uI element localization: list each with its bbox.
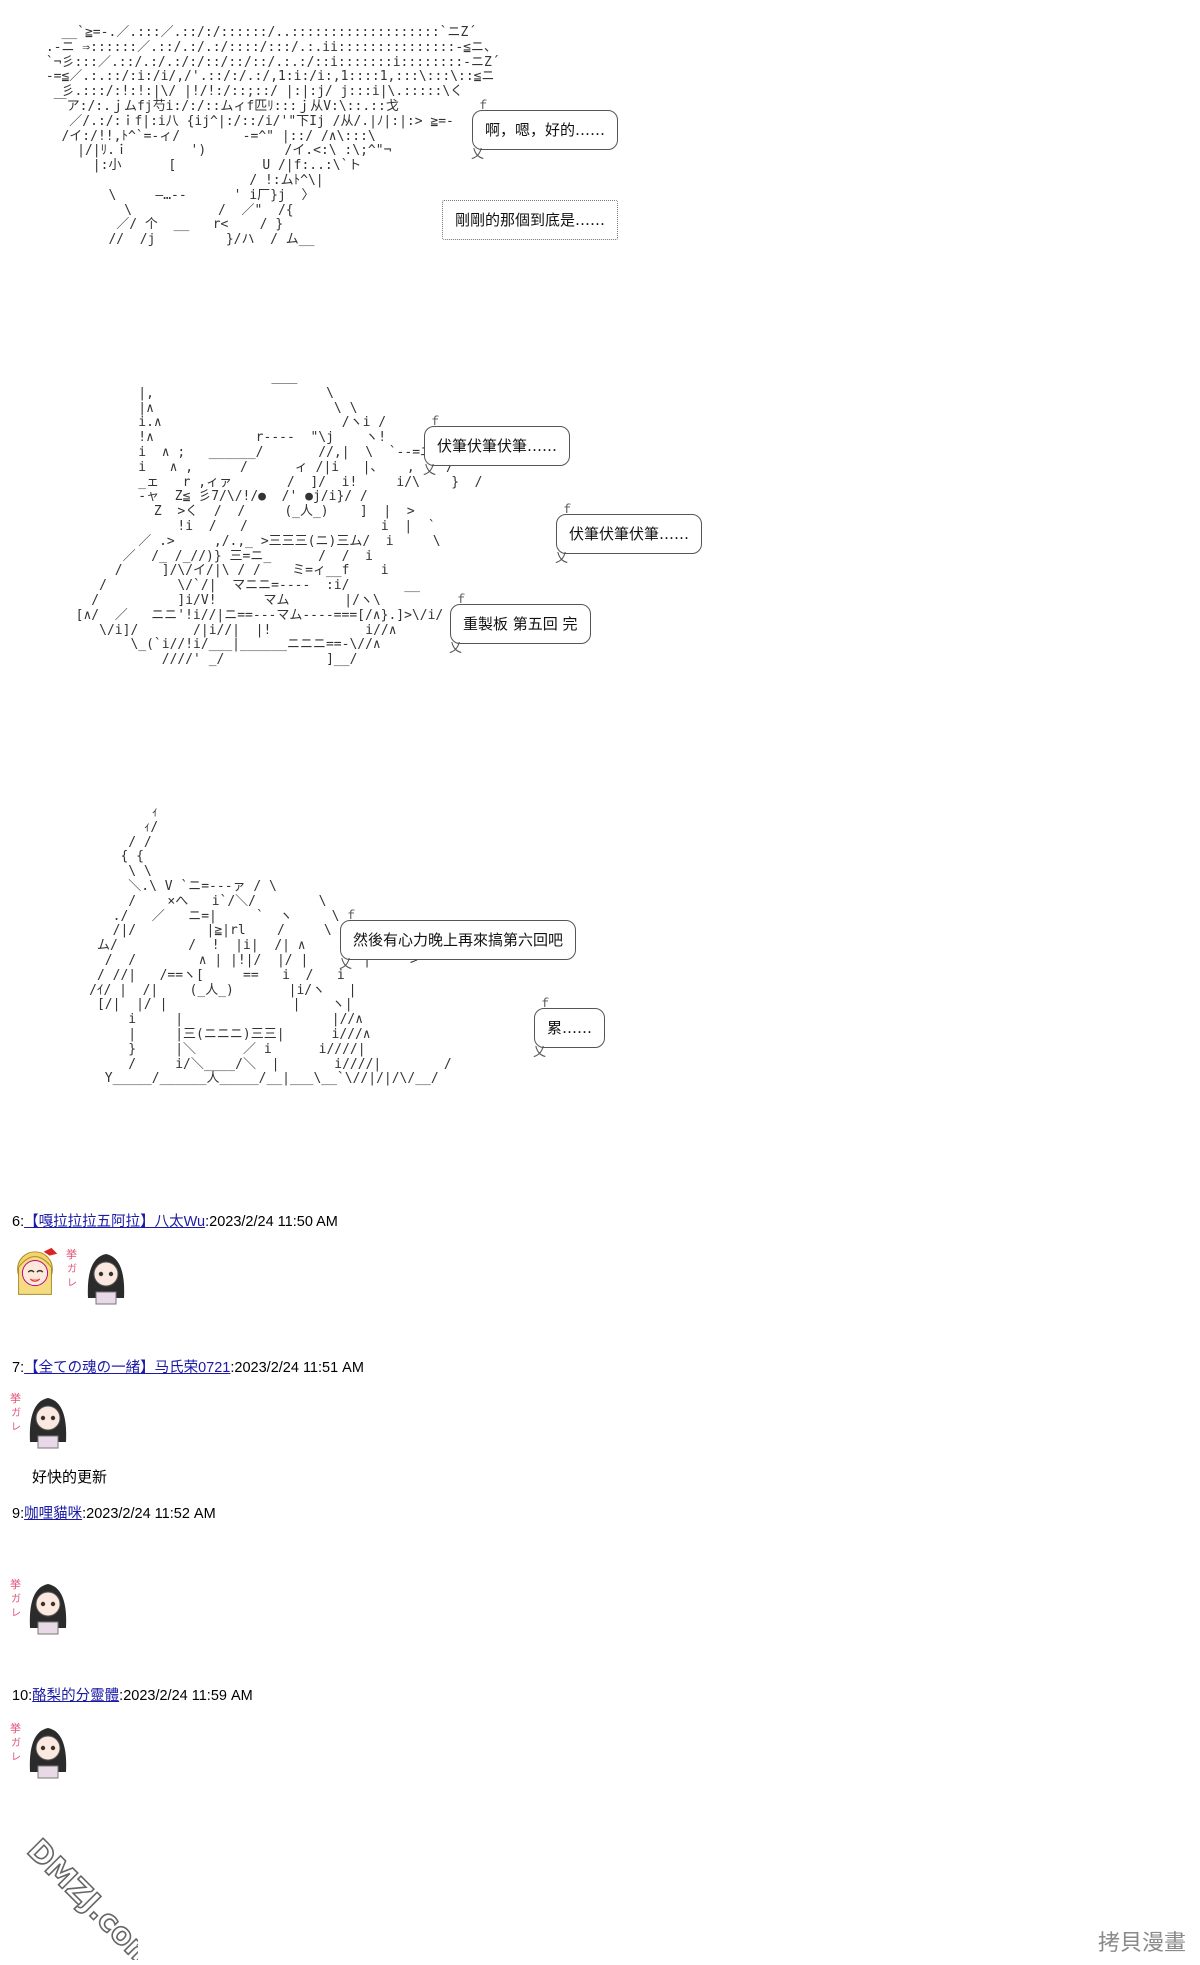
- post-text: 好快的更新: [32, 1469, 108, 1486]
- thought-bubble: 剛剛的那個到底是……: [442, 200, 619, 240]
- avatar-blonde: [8, 1246, 62, 1304]
- post-header: 7:【全ての魂の一緒】马氏荣0721:2023/2/24 11:51 AM: [12, 1360, 364, 1376]
- post-timestamp: 2023/2/24 11:51 AM: [234, 1360, 364, 1376]
- speech-bubble: ｆ 然後有心力晚上再來搞第六回吧乂: [339, 909, 577, 971]
- avatar-darkhair: [82, 1248, 130, 1306]
- bubble-text: 累……: [547, 1019, 593, 1037]
- speech-bubble: ｆ 伏筆伏筆伏筆…… 乂: [555, 503, 703, 565]
- author-link[interactable]: 【嘎拉拉拉五阿拉】八太Wu: [24, 1214, 205, 1230]
- dmzj-watermark-logo: DMZJ.com: [18, 1820, 165, 1965]
- bubble-text: 剛剛的那個到底是……: [455, 211, 606, 229]
- aa-panel-2: ＿＿ |, \ |∧ \ \ i.∧ /ヽi / !∧ r---- "\j ヽ!…: [10, 332, 810, 772]
- speech-bubble: ｆ 啊，嗯，好的…… 乂: [471, 99, 619, 161]
- svg-text:挙: 挙: [10, 1578, 21, 1591]
- svg-text:レ: レ: [67, 1278, 77, 1289]
- aa-panel-3: ｨ ｨ/ / / { { \ \ ＼.\ V `ニ=---ァ / \ / ×へ …: [10, 774, 710, 1196]
- copyright-text: 拷貝漫畫: [1097, 1931, 1186, 1956]
- post-header: 9:咖哩貓咪:2023/2/24 11:52 AM: [12, 1506, 216, 1522]
- post-number: 10: [12, 1688, 29, 1704]
- post-header: 10:酪梨的分靈體:2023/2/24 11:59 AM: [12, 1688, 253, 1704]
- speech-bubble: ｆ 重製板 第五回 完乂: [449, 593, 591, 655]
- svg-text:ガ: ガ: [67, 1263, 77, 1275]
- author-link[interactable]: 【全ての魂の一緒】马氏荣0721: [24, 1360, 230, 1376]
- svg-text:挙: 挙: [10, 1392, 21, 1405]
- svg-text:レ: レ: [11, 1608, 21, 1619]
- svg-text:レ: レ: [11, 1752, 21, 1763]
- author-link[interactable]: 咖哩貓咪: [24, 1506, 82, 1522]
- speech-bubble: ｆ 累…… 乂: [533, 997, 606, 1059]
- avatar-darkhair: [24, 1578, 72, 1636]
- sticker-text: 挙ガレ: [8, 1390, 24, 1446]
- svg-text:レ: レ: [11, 1422, 21, 1433]
- post-number: 7: [12, 1360, 21, 1376]
- post-timestamp: 2023/2/24 11:50 AM: [209, 1214, 338, 1230]
- bubble-text: 啊，嗯，好的……: [485, 121, 606, 139]
- svg-text:ガ: ガ: [11, 1407, 21, 1419]
- author-link[interactable]: 酪梨的分靈體: [32, 1688, 119, 1704]
- svg-text:挙: 挙: [66, 1248, 77, 1261]
- svg-text:ガ: ガ: [11, 1593, 21, 1605]
- post-header: 6:【嘎拉拉拉五阿拉】八太Wu:2023/2/24 11:50 AM: [12, 1214, 338, 1230]
- aa-panel-1: __`≧=-.／.:::／.::/:/::::::/..::::::::::::…: [10, 0, 738, 330]
- sticker-text: 挙ガレ: [8, 1576, 24, 1632]
- svg-text:挙: 挙: [10, 1722, 21, 1735]
- watermark-text: DMZJ.com: [20, 1833, 138, 1960]
- speech-bubble: ｆ 伏筆伏筆伏筆…… 乂: [423, 415, 571, 477]
- sticker-text: 挙ガレ: [8, 1720, 24, 1776]
- post-number: 9: [12, 1506, 21, 1522]
- svg-text:ガ: ガ: [11, 1737, 21, 1749]
- sticker-text: 挙ガレ: [64, 1246, 80, 1302]
- post-number: 6: [12, 1214, 21, 1230]
- avatar-darkhair: [24, 1392, 72, 1450]
- post-timestamp: 2023/2/24 11:59 AM: [123, 1688, 253, 1704]
- bubble-text: 然後有心力晚上再來搞第六回吧: [353, 931, 564, 949]
- post-timestamp: 2023/2/24 11:52 AM: [86, 1506, 216, 1522]
- ascii-art-2: ＿＿ |, \ |∧ \ \ i.∧ /ヽi / !∧ r---- "\j ヽ!…: [75, 371, 483, 668]
- bubble-text: 伏筆伏筆伏筆……: [437, 437, 558, 455]
- bubble-text: 伏筆伏筆伏筆……: [569, 525, 690, 543]
- avatar-darkhair: [24, 1722, 72, 1780]
- ascii-art-1: __`≧=-.／.:::／.::/:/::::::/..::::::::::::…: [45, 25, 500, 248]
- bubble-text: 重製板 第五回 完: [463, 615, 578, 633]
